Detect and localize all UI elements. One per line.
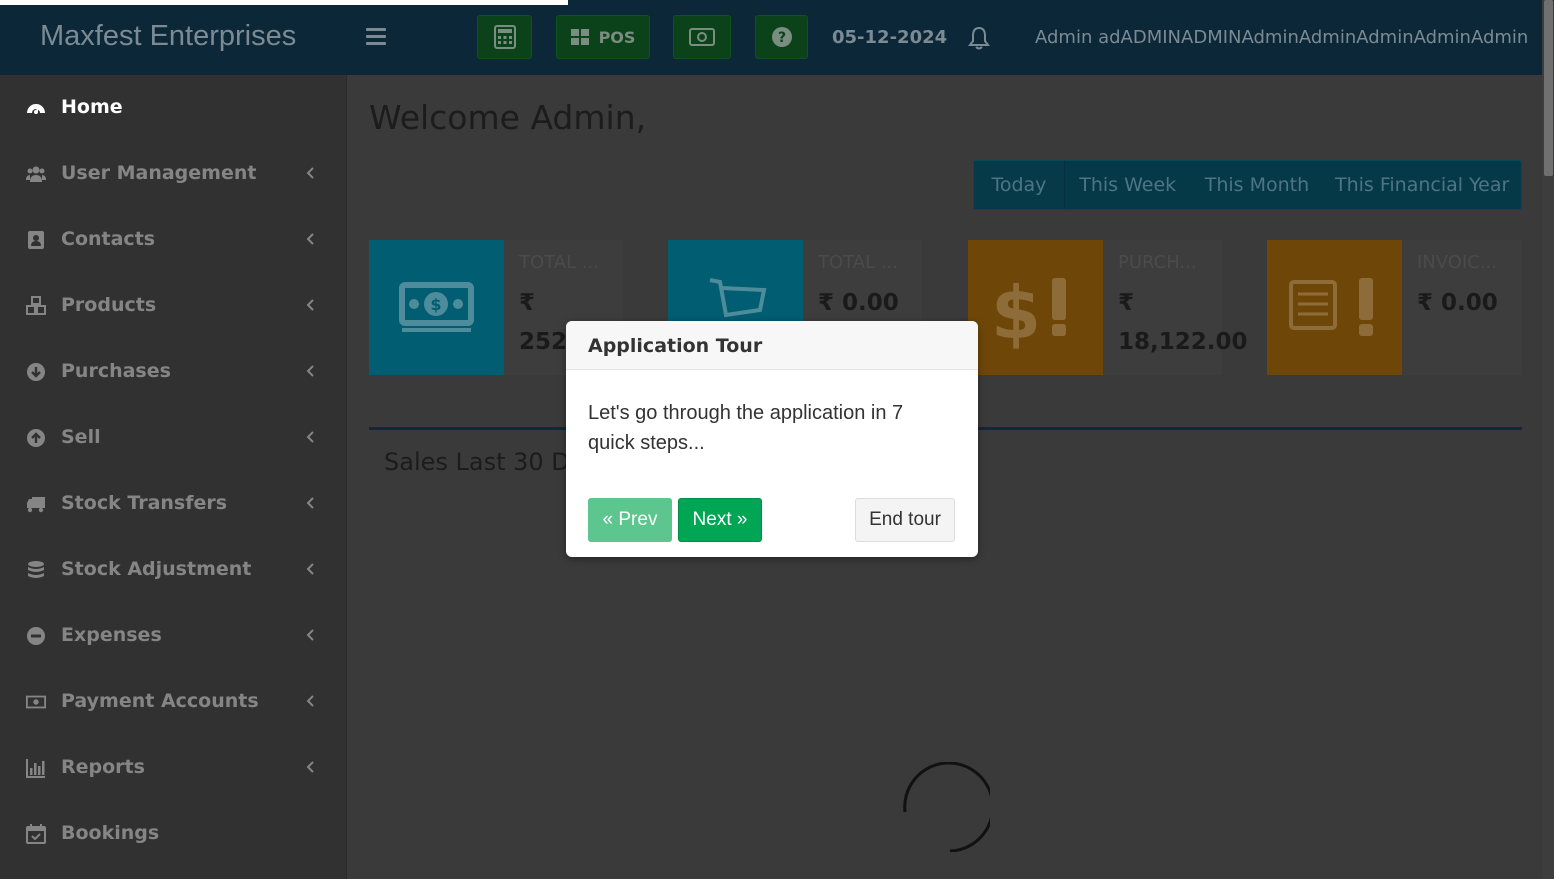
svg-text:$: $	[991, 271, 1041, 355]
purchase-due-card: $ PURCH... ₹18,122.00	[968, 240, 1248, 375]
sidebar-item-label: Expenses	[61, 624, 162, 646]
chevron-left-icon	[306, 695, 314, 707]
file-exclamation-icon	[1267, 240, 1402, 375]
sidebar-item-reports[interactable]: Reports	[0, 735, 346, 801]
minus-circle-icon	[27, 627, 45, 645]
th-large-icon	[570, 29, 589, 45]
sidebar-item-label: Stock Adjustment	[61, 558, 252, 580]
sidebar-item-stock-adjustment[interactable]: Stock Adjustment	[0, 537, 346, 603]
calendar-check-icon	[26, 824, 46, 844]
card-title: PURCH...	[1118, 252, 1197, 273]
cubes-icon	[26, 296, 46, 315]
sidebar-item-label: User Management	[61, 162, 257, 184]
page-title: Welcome Admin,	[369, 98, 647, 137]
sidebar-item-label: Sell	[61, 426, 101, 448]
sidebar-item-user-management[interactable]: User Management	[0, 141, 346, 207]
notifications-bell-icon[interactable]	[968, 26, 990, 50]
sidebar-item-home[interactable]: Home	[0, 75, 346, 141]
chevron-left-icon	[306, 167, 314, 179]
bar-chart-icon	[26, 759, 45, 778]
page-load-progress	[0, 0, 568, 5]
date-range-filter: Today This Week This Month This Financia…	[973, 160, 1522, 210]
range-this-financial-year-button[interactable]: This Financial Year	[1323, 161, 1521, 209]
card-value: ₹18,122.00	[1118, 290, 1248, 355]
dashboard-icon	[27, 104, 45, 114]
help-button[interactable]: ?	[755, 15, 808, 59]
card-title: INVOIC...	[1417, 252, 1497, 273]
question-circle-icon: ?	[771, 27, 792, 47]
sidebar-item-stock-transfers[interactable]: Stock Transfers	[0, 471, 346, 537]
range-this-month-button[interactable]: This Month	[1191, 161, 1324, 209]
sidebar-item-label: Purchases	[61, 360, 171, 382]
card-value: ₹ 0.00	[1417, 290, 1498, 316]
sidebar-item-bookings[interactable]: Bookings	[0, 801, 346, 867]
tour-next-button[interactable]: Next »	[678, 498, 762, 542]
arrow-circle-up-icon	[27, 429, 45, 447]
chevron-left-icon	[306, 233, 314, 245]
current-date: 05-12-2024	[832, 27, 948, 48]
card-title: TOTAL ...	[519, 252, 599, 273]
sidebar-item-label: Stock Transfers	[61, 492, 228, 514]
money-bill-icon: $	[369, 240, 504, 375]
scrollbar-thumb[interactable]	[1544, 0, 1553, 176]
truck-icon	[27, 497, 45, 513]
arrow-circle-down-icon	[27, 363, 45, 381]
tour-message: Let's go through the application in 7 qu…	[588, 402, 904, 454]
pos-button-label: POS	[598, 27, 636, 47]
card-title: TOTAL ...	[818, 252, 898, 273]
sidebar-item-label: Products	[61, 294, 157, 316]
chevron-left-icon	[306, 563, 314, 575]
calculator-button[interactable]	[477, 15, 532, 59]
sidebar-item-label: Contacts	[61, 228, 156, 250]
users-icon	[26, 166, 46, 182]
money-icon	[689, 28, 715, 46]
tour-end-button[interactable]: End tour	[855, 498, 955, 542]
chevron-left-icon	[306, 497, 314, 509]
add-expense-button[interactable]	[673, 15, 731, 59]
sidebar-item-label: Bookings	[61, 822, 160, 844]
money-icon	[26, 695, 46, 709]
address-book-icon	[28, 231, 44, 249]
application-tour-popover: Application Tour Let's go through the ap…	[566, 321, 978, 557]
range-today-button[interactable]: Today	[974, 161, 1065, 209]
sidebar-item-expenses[interactable]: Expenses	[0, 603, 346, 669]
tour-prev-button[interactable]: « Prev	[588, 498, 672, 542]
dollar-exclamation-icon: $	[968, 240, 1103, 375]
chevron-left-icon	[306, 299, 314, 311]
pos-button[interactable]: POS	[556, 15, 650, 59]
chevron-left-icon	[306, 365, 314, 377]
sidebar-item-contacts[interactable]: Contacts	[0, 207, 346, 273]
sidebar-item-sell[interactable]: Sell	[0, 405, 346, 471]
calculator-icon	[493, 25, 516, 49]
loading-spinner-icon	[903, 762, 990, 852]
tour-title: Application Tour	[566, 321, 978, 370]
sidebar: Home User Management Contacts Products P…	[0, 75, 347, 879]
chevron-left-icon	[306, 629, 314, 641]
sidebar-item-products[interactable]: Products	[0, 273, 346, 339]
hamburger-menu-icon[interactable]	[366, 28, 386, 46]
sidebar-item-payment-accounts[interactable]: Payment Accounts	[0, 669, 346, 735]
svg-text:$: $	[430, 295, 441, 314]
database-icon	[28, 561, 44, 578]
range-this-week-button[interactable]: This Week	[1065, 161, 1191, 209]
user-menu[interactable]: Admin adADMINADMINAdminAdminAdminAdminAd…	[1035, 27, 1528, 48]
sidebar-item-label: Payment Accounts	[61, 690, 259, 712]
brand-logo-text[interactable]: Maxfest Enterprises	[40, 20, 296, 53]
chevron-left-icon	[306, 431, 314, 443]
chevron-left-icon	[306, 761, 314, 773]
sidebar-item-purchases[interactable]: Purchases	[0, 339, 346, 405]
sidebar-item-label: Reports	[61, 756, 145, 778]
sidebar-item-label: Home	[61, 96, 123, 118]
card-value: ₹ 0.00	[818, 290, 899, 316]
invoice-due-card: INVOIC... ₹ 0.00	[1267, 240, 1522, 375]
svg-text:?: ?	[777, 30, 785, 46]
